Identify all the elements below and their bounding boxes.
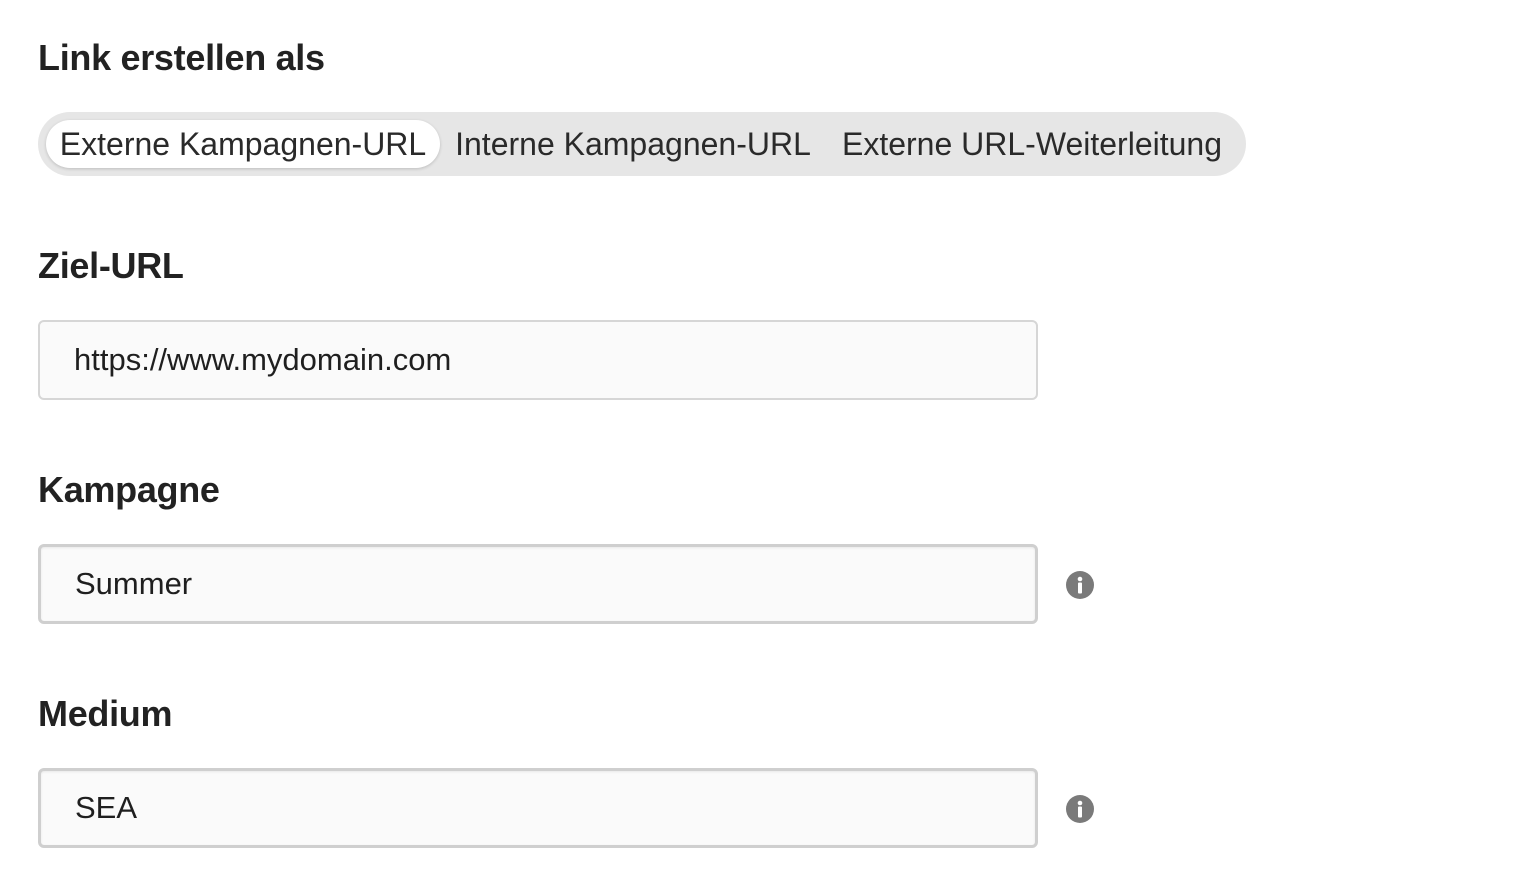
segment-externe-url-weiterleitung[interactable]: Externe URL-Weiterleitung [826, 120, 1238, 168]
link-type-segmented-control: Externe Kampagnen-URL Interne Kampagnen-… [38, 112, 1246, 176]
medium-label: Medium [38, 693, 173, 734]
segment-interne-kampagnen-url[interactable]: Interne Kampagnen-URL [440, 120, 826, 168]
info-icon[interactable] [1066, 571, 1094, 599]
segment-externe-kampagnen-url[interactable]: Externe Kampagnen-URL [46, 120, 440, 168]
medium-input[interactable]: SEA [38, 768, 1038, 848]
target-url-label: Ziel-URL [38, 245, 184, 286]
campaign-input[interactable]: Summer [38, 544, 1038, 624]
target-url-input[interactable]: https://www.mydomain.com [38, 320, 1038, 400]
info-icon[interactable] [1066, 795, 1094, 823]
link-type-label: Link erstellen als [38, 37, 325, 78]
campaign-label: Kampagne [38, 469, 220, 510]
